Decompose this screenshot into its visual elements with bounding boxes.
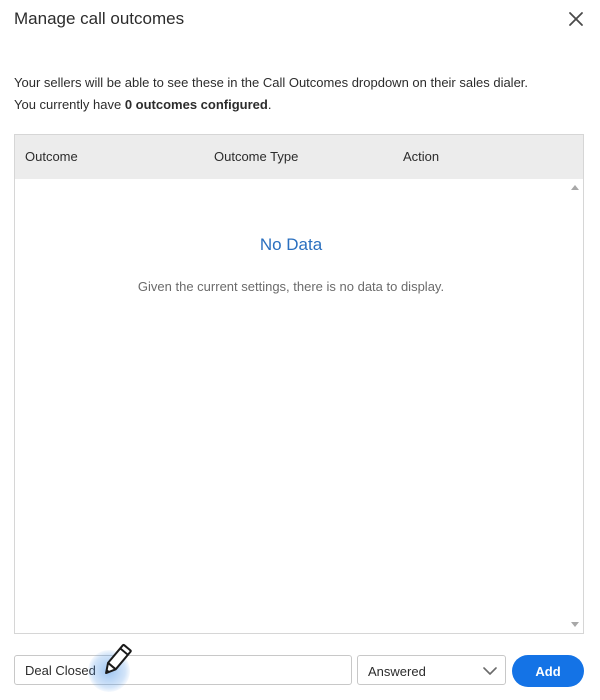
dialog-title: Manage call outcomes bbox=[14, 9, 185, 28]
table-scrollbar[interactable] bbox=[567, 179, 583, 633]
empty-state-message: Given the current settings, there is no … bbox=[137, 279, 445, 294]
outcomes-table: Outcome Outcome Type Action No Data Give… bbox=[14, 134, 584, 634]
outcome-type-selected-value: Answered bbox=[368, 664, 426, 679]
add-button[interactable]: Add bbox=[512, 655, 584, 687]
table-header: Outcome Outcome Type Action bbox=[15, 135, 583, 179]
outcome-count: 0 outcomes configured bbox=[124, 97, 268, 112]
scroll-up-arrow-icon[interactable] bbox=[571, 185, 579, 190]
table-body: No Data Given the current settings, ther… bbox=[15, 179, 567, 633]
description-prefix: You currently have bbox=[14, 97, 125, 112]
manage-call-outcomes-dialog: Manage call outcomes Your sellers will b… bbox=[0, 0, 600, 700]
scroll-down-arrow-icon[interactable] bbox=[571, 622, 579, 627]
dialog-description: Your sellers will be able to see these i… bbox=[14, 72, 528, 116]
outcome-type-select[interactable]: Answered bbox=[357, 655, 506, 685]
close-button[interactable] bbox=[566, 9, 586, 29]
description-line-1: Your sellers will be able to see these i… bbox=[14, 75, 529, 90]
column-header-outcome[interactable]: Outcome bbox=[25, 149, 78, 164]
description-suffix: . bbox=[267, 97, 272, 112]
empty-state-title: No Data bbox=[259, 235, 323, 254]
column-header-action[interactable]: Action bbox=[403, 149, 439, 164]
outcome-name-input[interactable] bbox=[14, 655, 352, 685]
chevron-down-icon bbox=[483, 667, 497, 675]
close-icon bbox=[569, 12, 583, 26]
column-header-outcome-type[interactable]: Outcome Type bbox=[214, 149, 298, 164]
description-line-2: You currently have 0 outcomes configured… bbox=[14, 94, 528, 116]
